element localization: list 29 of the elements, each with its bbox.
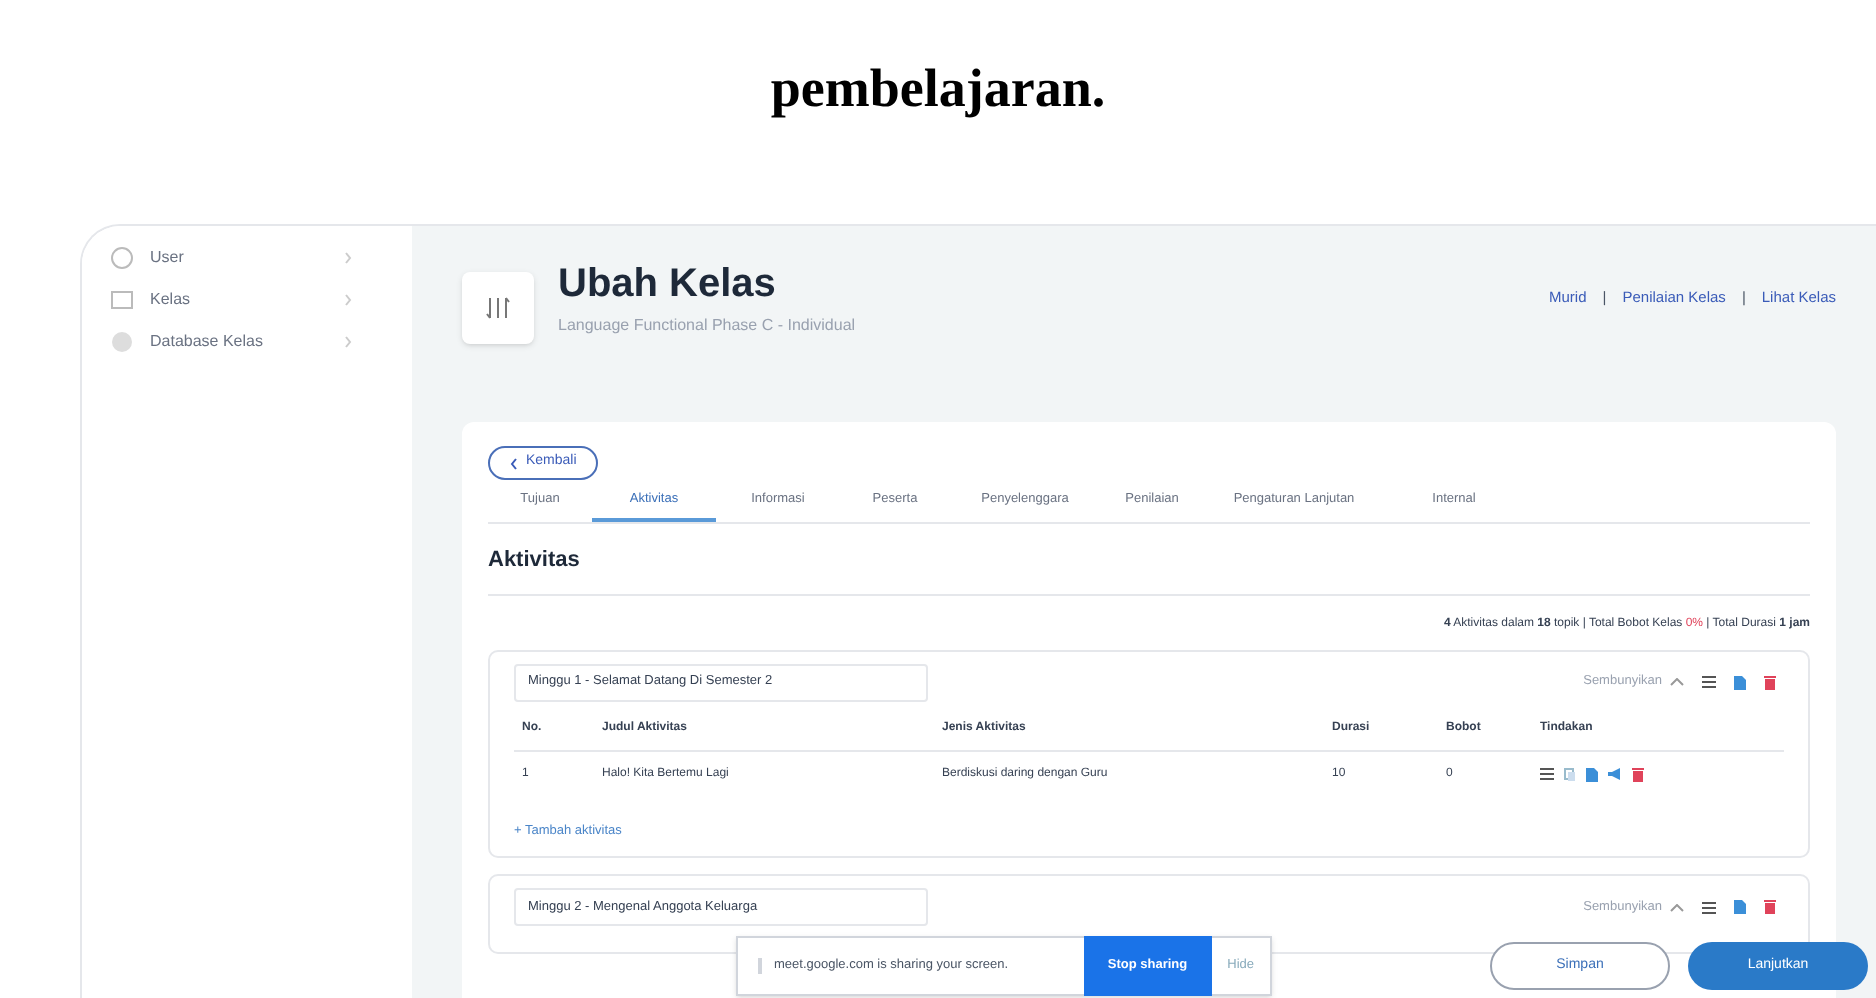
sidebar-item[interactable]: Database Kelas — [150, 330, 328, 354]
trash-icon — [1632, 767, 1644, 781]
menu-icon — [1702, 901, 1716, 914]
sidebar-item[interactable]: Kelas — [150, 288, 328, 312]
menu-icon — [1702, 676, 1716, 688]
chevron-up-icon — [1670, 678, 1684, 686]
document-icon — [1734, 675, 1746, 689]
chevron-right-icon — [344, 252, 352, 264]
page-title: Ubah Kelas — [558, 260, 778, 310]
copy-icon — [1564, 767, 1576, 781]
sidebar-item[interactable]: User — [150, 246, 328, 270]
menu-icon — [1540, 768, 1554, 780]
database-icon — [110, 330, 134, 354]
document-icon — [1734, 900, 1746, 915]
person-icon — [110, 246, 134, 270]
megaphone-icon — [1608, 768, 1622, 780]
chevron-up-icon — [1670, 903, 1684, 912]
calendar-icon — [110, 288, 134, 312]
page-subtitle: Language Functional Phase C - Individual — [558, 314, 856, 338]
trash-icon — [1764, 900, 1776, 915]
chevron-right-icon — [344, 294, 352, 306]
caption: pembelajaran. — [770, 55, 1106, 122]
document-icon — [1586, 767, 1598, 781]
drag-handle-icon — [758, 958, 762, 974]
chevron-left-icon — [510, 457, 518, 469]
section-heading: Aktivitas — [488, 544, 1810, 595]
chevron-right-icon — [344, 336, 352, 348]
trash-icon — [1764, 675, 1776, 689]
settings-icon — [462, 272, 534, 344]
